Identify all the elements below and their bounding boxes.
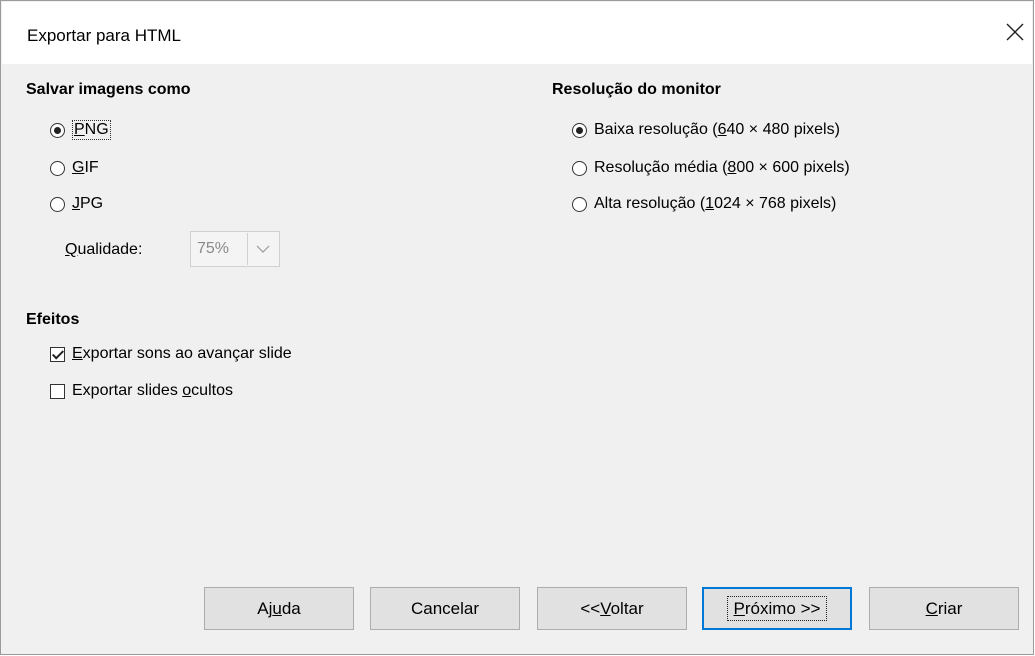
radio-gif-label: GIF (72, 159, 99, 176)
chevron-down-icon[interactable] (247, 233, 278, 265)
radio-high-resolution-label: Alta resolução (1024 × 768 pixels) (594, 195, 837, 212)
quality-label: Qualidade: (65, 241, 143, 258)
cancel-button[interactable]: Cancelar (370, 587, 520, 630)
radio-high-resolution-indicator[interactable] (572, 196, 587, 212)
checkbox-export-hidden-slides[interactable]: Exportar slides ocultos (50, 379, 233, 403)
checkbox-export-sounds-label: Exportar sons ao avançar slide (72, 345, 292, 362)
radio-medium-resolution-indicator[interactable] (572, 160, 587, 176)
title-bar: Exportar para HTML (2, 2, 1032, 64)
checkbox-export-sounds-box[interactable] (50, 346, 65, 362)
images-heading: Salvar imagens como (26, 81, 191, 98)
radio-medium-resolution-label: Resolução média (800 × 600 pixels) (594, 159, 850, 176)
radio-high-resolution[interactable]: Alta resolução (1024 × 768 pixels) (572, 192, 836, 216)
next-button[interactable]: Próximo >> (702, 587, 852, 630)
radio-png-indicator[interactable] (50, 122, 65, 138)
next-button-label: Próximo >> (726, 596, 828, 621)
radio-gif-indicator[interactable] (50, 160, 65, 176)
quality-select[interactable]: 75% (190, 231, 280, 267)
dialog-body: Salvar imagens como PNG GIF JPG Qualidad… (2, 64, 1032, 653)
dialog-title: Exportar para HTML (27, 26, 181, 45)
help-button[interactable]: Ajuda (204, 587, 354, 630)
radio-gif[interactable]: GIF (50, 156, 99, 180)
back-button[interactable]: <<Voltar (537, 587, 687, 630)
effects-heading: Efeitos (26, 311, 80, 328)
quality-value: 75% (197, 240, 230, 257)
create-button[interactable]: Criar (869, 587, 1019, 630)
checkbox-export-hidden-slides-label: Exportar slides ocultos (72, 382, 233, 399)
radio-jpg-label: JPG (72, 195, 104, 212)
export-html-dialog: Exportar para HTML Salvar imagens como P… (0, 0, 1034, 655)
radio-low-resolution-label: Baixa resolução (640 × 480 pixels) (594, 121, 840, 138)
checkbox-export-hidden-slides-box[interactable] (50, 383, 65, 399)
resolution-heading: Resolução do monitor (552, 81, 721, 98)
checkbox-export-sounds[interactable]: Exportar sons ao avançar slide (50, 342, 292, 366)
radio-png[interactable]: PNG (50, 118, 111, 142)
radio-low-resolution-indicator[interactable] (572, 122, 587, 138)
radio-jpg-indicator[interactable] (50, 196, 65, 212)
close-icon[interactable] (1002, 19, 1028, 45)
radio-medium-resolution[interactable]: Resolução média (800 × 600 pixels) (572, 156, 850, 180)
radio-png-label: PNG (72, 120, 111, 140)
radio-low-resolution[interactable]: Baixa resolução (640 × 480 pixels) (572, 118, 840, 142)
radio-jpg[interactable]: JPG (50, 192, 103, 216)
